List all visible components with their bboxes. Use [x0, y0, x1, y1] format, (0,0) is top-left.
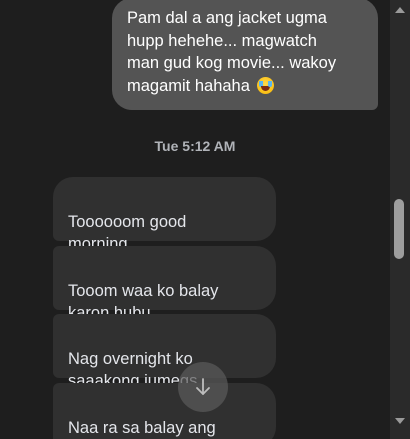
outgoing-message[interactable]: Pam dal a ang jacket ugma hupp hehehe...… [112, 0, 378, 110]
chat-message-list[interactable]: Pam dal a ang jacket ugma hupp hehehe...… [0, 0, 390, 439]
arrow-down-icon [196, 378, 210, 395]
tears-of-joy-emoji-icon [256, 76, 274, 94]
scroll-to-bottom-button[interactable] [178, 362, 228, 412]
vertical-scrollbar[interactable] [390, 0, 410, 439]
scroll-down-arrow-icon[interactable] [395, 418, 405, 424]
scrollbar-thumb[interactable] [394, 199, 404, 259]
outgoing-message-text: Pam dal a ang jacket ugma hupp hehehe...… [127, 9, 337, 95]
incoming-message-text: Naa ra sa balay ang hacket [68, 418, 216, 437]
incoming-message[interactable]: Tooom waa ko balay karon hubu [53, 246, 276, 322]
incoming-message[interactable]: Naa ra sa balay ang hacket [53, 383, 276, 439]
incoming-message[interactable]: Toooooom good morning [53, 177, 276, 253]
scroll-up-arrow-icon[interactable] [395, 7, 405, 13]
message-timestamp: Tue 5:12 AM [154, 138, 236, 154]
incoming-message[interactable]: Nag overnight ko saaakong jumegs [53, 314, 276, 390]
